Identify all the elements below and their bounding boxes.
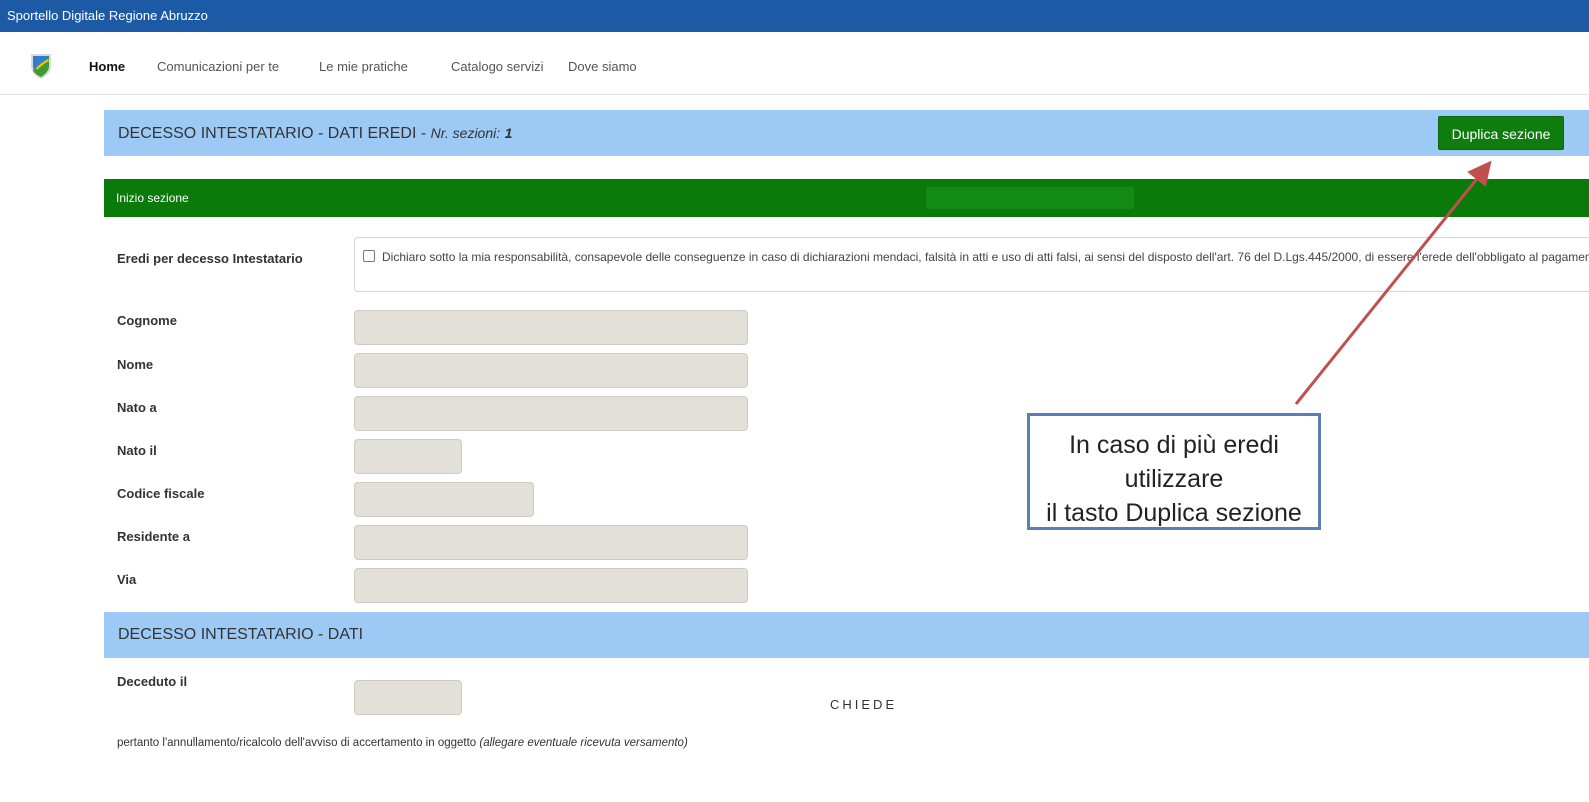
field-label-deceduto-il: Deceduto il [117,674,188,689]
section-title: DECESSO INTESTATARIO - DATI EREDI - [118,125,427,142]
request-main-text: pertanto l'annullamento/ricalcolo dell'a… [117,737,480,749]
codice-fiscale-input[interactable] [354,482,534,517]
section-title-wrap: DECESSO INTESTATARIO - DATI EREDI - Nr. … [118,110,512,157]
regione-abruzzo-logo[interactable] [29,52,53,80]
section-start-bar: Inizio sezione [104,179,1589,217]
nav-dove-siamo[interactable]: Dove siamo [568,59,637,74]
field-label-via: Via [117,572,137,587]
section-count: 1 [504,125,513,141]
nato-a-input[interactable] [354,396,748,431]
field-label-nome: Nome [117,357,154,372]
duplicate-section-button[interactable]: Duplica sezione [1438,116,1564,150]
field-label-nato-il: Nato il [117,443,157,458]
request-text: pertanto l'annullamento/ricalcolo dell'a… [117,737,688,749]
callout-line-2: il tasto Duplica sezione [1046,499,1302,527]
nav-comunicazioni[interactable]: Comunicazioni per te [157,59,279,74]
section-count-label: Nr. sezioni: [430,125,501,141]
field-label-residente-a: Residente a [117,529,190,544]
deceduto-il-input[interactable] [354,680,462,715]
callout-line-1: In caso di più eredi utilizzare [1069,431,1279,493]
section-header-dati: DECESSO INTESTATARIO - DATI [104,612,1589,658]
section-dati-title: DECESSO INTESTATARIO - DATI [118,626,364,643]
field-label-cognome: Cognome [117,313,177,328]
chiede-heading: CHIEDE [830,697,898,712]
nome-input[interactable] [354,353,748,388]
nato-il-input[interactable] [354,439,462,474]
top-bar: Sportello Digitale Regione Abruzzo [0,0,1589,32]
nav-pratiche[interactable]: Le mie pratiche [319,59,408,74]
request-note: (allegare eventuale ricevuta versamento) [479,737,688,749]
declaration-checkbox[interactable] [363,250,375,262]
section-header-heirs: DECESSO INTESTATARIO - DATI EREDI - Nr. … [104,110,1589,156]
via-input[interactable] [354,568,748,603]
cognome-input[interactable] [354,310,748,345]
section-start-label: Inizio sezione [116,191,189,205]
site-title: Sportello Digitale Regione Abruzzo [7,8,208,23]
heirs-label: Eredi per decesso Intestatario [117,251,303,266]
declaration-box: Dichiaro sotto la mia responsabilità, co… [354,237,1589,292]
field-label-nato-a: Nato a [117,400,157,415]
nav-home[interactable]: Home [89,59,125,74]
nav-catalogo[interactable]: Catalogo servizi [451,59,544,74]
remove-section-button[interactable] [926,187,1134,209]
field-label-codice-fiscale: Codice fiscale [117,486,205,501]
main-navbar: Home Comunicazioni per te Le mie pratich… [0,32,1589,95]
residente-a-input[interactable] [354,525,748,560]
callout-box: In caso di più eredi utilizzare il tasto… [1027,413,1321,530]
declaration-text: Dichiaro sotto la mia responsabilità, co… [382,250,1589,264]
